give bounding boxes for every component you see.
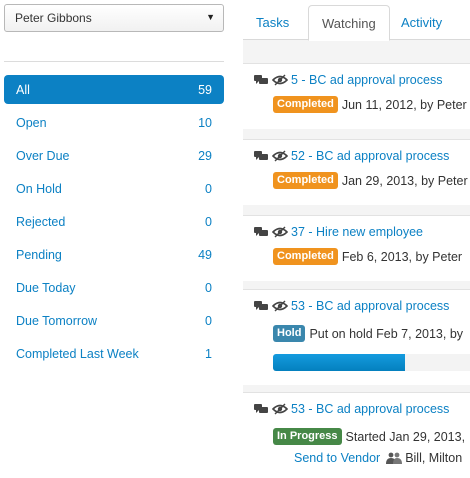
task-item: 53 - BC ad approval process Hold Put on … bbox=[243, 289, 470, 385]
task-item: 37 - Hire new employee Completed Feb 6, … bbox=[243, 215, 470, 281]
filter-count: 0 bbox=[205, 313, 212, 328]
task-panel: Tasks Watching Activity 5 - BC ad approv… bbox=[243, 0, 470, 478]
filter-label: On Hold bbox=[16, 181, 62, 196]
assignees: Bill, Milton bbox=[405, 451, 463, 465]
user-select-value: Peter Gibbons bbox=[15, 11, 92, 25]
filter-sidebar: Peter Gibbons ▼ All 59 Open 10 Over Due … bbox=[0, 0, 236, 478]
sidebar-divider bbox=[4, 61, 224, 62]
filter-count: 1 bbox=[205, 346, 212, 361]
filter-label: Due Today bbox=[16, 280, 76, 295]
filter-list: All 59 Open 10 Over Due 29 On Hold 0 Rej… bbox=[4, 75, 224, 372]
filter-all[interactable]: All 59 bbox=[4, 75, 224, 104]
task-detail: Started Jan 29, 2013, bbox=[345, 429, 466, 444]
filter-count: 59 bbox=[198, 82, 212, 97]
status-badge: In Progress bbox=[273, 428, 342, 445]
people-icon bbox=[386, 452, 403, 464]
user-select[interactable]: Peter Gibbons ▼ bbox=[4, 4, 224, 32]
task-step: Send to Vendor Bill, Milton bbox=[294, 451, 462, 465]
filter-label: All bbox=[16, 82, 30, 97]
filter-label: Open bbox=[16, 115, 47, 130]
status-badge: Hold bbox=[273, 325, 306, 342]
task-detail: Feb 6, 2013, by Peter bbox=[341, 249, 463, 264]
filter-label: Rejected bbox=[16, 214, 66, 229]
task-item: 5 - BC ad approval process Completed Jun… bbox=[243, 63, 470, 129]
filter-label: Completed Last Week bbox=[16, 346, 139, 361]
filter-count: 0 bbox=[205, 214, 212, 229]
status-badge: Completed bbox=[273, 248, 338, 265]
chevron-down-icon: ▼ bbox=[206, 12, 215, 22]
eye-icon[interactable] bbox=[272, 403, 288, 415]
task-detail: Put on hold Feb 7, 2013, by bbox=[309, 326, 464, 341]
filter-count: 49 bbox=[198, 247, 212, 262]
filter-count: 29 bbox=[198, 148, 212, 163]
comments-icon[interactable] bbox=[254, 226, 270, 238]
status-badge: Completed bbox=[273, 172, 338, 189]
comments-icon[interactable] bbox=[254, 300, 270, 312]
filter-open[interactable]: Open 10 bbox=[4, 108, 224, 137]
filter-over-due[interactable]: Over Due 29 bbox=[4, 141, 224, 170]
filter-label: Over Due bbox=[16, 148, 70, 163]
filter-label: Pending bbox=[16, 247, 62, 262]
task-detail: Jan 29, 2013, by Peter bbox=[341, 173, 468, 188]
status-badge: Completed bbox=[273, 96, 338, 113]
progress-bar bbox=[273, 354, 470, 371]
comments-icon[interactable] bbox=[254, 150, 270, 162]
filter-completed-last-week[interactable]: Completed Last Week 1 bbox=[4, 339, 224, 368]
filter-on-hold[interactable]: On Hold 0 bbox=[4, 174, 224, 203]
task-item: 53 - BC ad approval process In Progress … bbox=[243, 392, 470, 478]
filter-label: Due Tomorrow bbox=[16, 313, 98, 328]
tab-watching[interactable]: Watching bbox=[308, 5, 390, 41]
filter-due-tomorrow[interactable]: Due Tomorrow 0 bbox=[4, 306, 224, 335]
filter-count: 0 bbox=[205, 181, 212, 196]
eye-icon[interactable] bbox=[272, 74, 288, 86]
step-link[interactable]: Send to Vendor bbox=[294, 451, 380, 465]
eye-icon[interactable] bbox=[272, 300, 288, 312]
comments-icon[interactable] bbox=[254, 403, 270, 415]
filter-rejected[interactable]: Rejected 0 bbox=[4, 207, 224, 236]
filter-pending[interactable]: Pending 49 bbox=[4, 240, 224, 269]
task-link[interactable]: 53 - BC ad approval process bbox=[291, 402, 449, 416]
tab-activity[interactable]: Activity bbox=[388, 5, 455, 41]
tab-tasks[interactable]: Tasks bbox=[243, 5, 302, 41]
eye-icon[interactable] bbox=[272, 150, 288, 162]
filter-count: 0 bbox=[205, 280, 212, 295]
eye-icon[interactable] bbox=[272, 226, 288, 238]
task-detail: Jun 11, 2012, by Peter bbox=[341, 97, 467, 112]
progress-fill bbox=[273, 354, 405, 371]
task-link[interactable]: 52 - BC ad approval process bbox=[291, 149, 449, 163]
tab-bar: Tasks Watching Activity bbox=[243, 0, 470, 41]
task-item: 52 - BC ad approval process Completed Ja… bbox=[243, 139, 470, 205]
comments-icon[interactable] bbox=[254, 74, 270, 86]
filter-due-today[interactable]: Due Today 0 bbox=[4, 273, 224, 302]
task-link[interactable]: 37 - Hire new employee bbox=[291, 225, 423, 239]
task-link[interactable]: 53 - BC ad approval process bbox=[291, 299, 449, 313]
task-link[interactable]: 5 - BC ad approval process bbox=[291, 73, 442, 87]
filter-count: 10 bbox=[198, 115, 212, 130]
